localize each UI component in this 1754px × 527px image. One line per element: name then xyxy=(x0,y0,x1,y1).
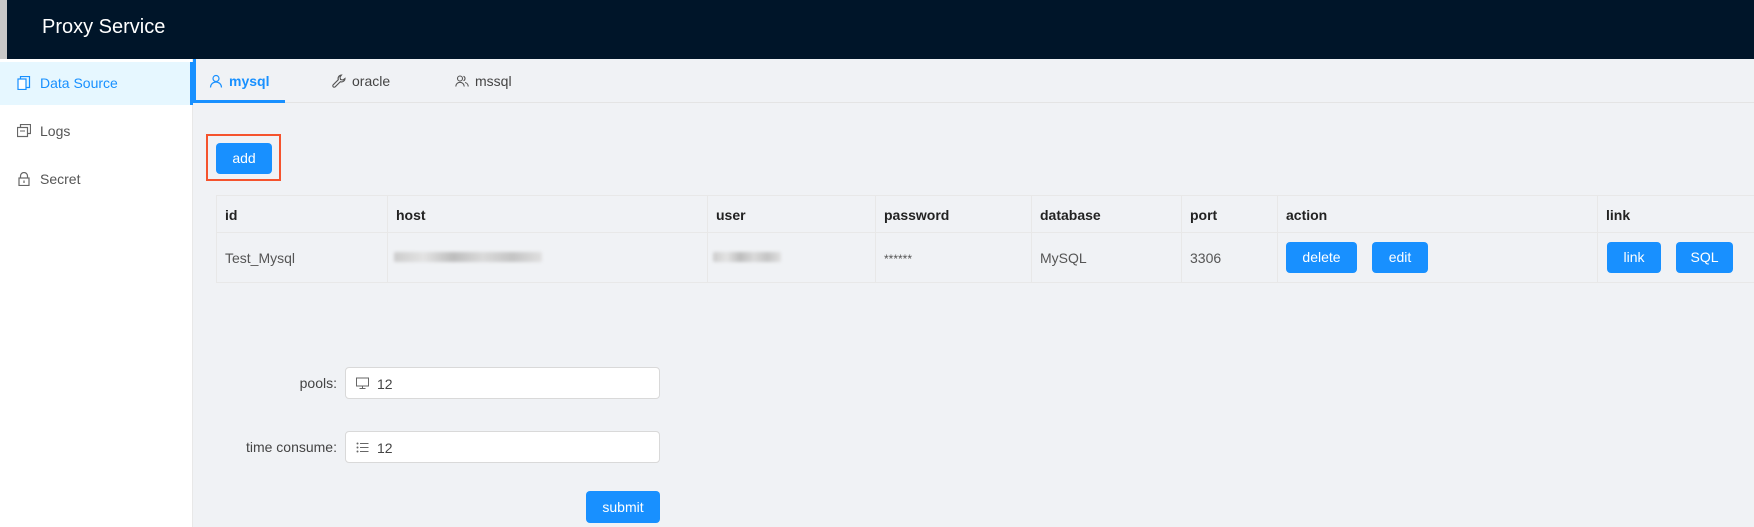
tab-label: oracle xyxy=(352,73,391,89)
sidebar-item-logs[interactable]: Logs xyxy=(0,110,193,153)
table-header-divider xyxy=(216,232,1754,233)
cell-database: MySQL xyxy=(1040,250,1087,266)
cell-password: ****** xyxy=(884,252,913,266)
tab-label: mysql xyxy=(229,73,270,89)
team-icon xyxy=(455,75,469,87)
lock-icon xyxy=(18,172,30,186)
database-tabs: mysql oracle mssql xyxy=(193,59,1754,103)
tab-mysql[interactable]: mysql xyxy=(209,59,285,103)
column-header-host: host xyxy=(396,207,426,223)
logs-icon xyxy=(17,124,31,138)
column-header-port: port xyxy=(1190,207,1218,223)
pools-label: pools: xyxy=(299,375,337,391)
column-header-id: id xyxy=(225,207,238,223)
column-header-database: database xyxy=(1040,207,1101,223)
tab-indicator-left xyxy=(193,59,196,103)
user-icon xyxy=(209,74,223,88)
copy-icon xyxy=(17,76,31,90)
cell-id: Test_Mysql xyxy=(225,250,296,266)
cell-user-redacted xyxy=(713,252,781,262)
sidebar: Data Source Logs Secret xyxy=(0,59,193,527)
sidebar-item-label: Secret xyxy=(40,171,81,187)
add-button[interactable]: add xyxy=(216,143,272,174)
col-divider xyxy=(387,195,388,283)
app-header: Proxy Service xyxy=(0,0,1754,59)
time-consume-label: time consume: xyxy=(245,439,337,455)
column-header-link: link xyxy=(1606,207,1631,223)
sql-button[interactable]: SQL xyxy=(1676,242,1733,273)
edit-button[interactable]: edit xyxy=(1372,242,1428,273)
col-divider xyxy=(875,195,876,283)
col-divider xyxy=(1277,195,1278,283)
column-header-action: action xyxy=(1286,207,1328,223)
sidebar-item-data-source[interactable]: Data Source xyxy=(0,62,193,105)
desktop-icon xyxy=(356,377,369,389)
sidebar-item-label: Logs xyxy=(40,123,71,139)
pools-value: 12 xyxy=(377,376,393,392)
app-title: Proxy Service xyxy=(42,16,166,38)
tab-oracle[interactable]: oracle xyxy=(332,59,402,103)
tab-ink-bar xyxy=(193,100,285,103)
link-button[interactable]: link xyxy=(1607,242,1661,273)
col-divider xyxy=(1597,195,1598,283)
unordered-list-icon xyxy=(356,442,369,453)
column-header-user: user xyxy=(716,207,746,223)
column-header-password: password xyxy=(884,207,950,223)
pools-input[interactable]: 12 xyxy=(345,367,660,399)
table-border-bottom xyxy=(216,282,1754,283)
col-divider xyxy=(216,195,217,283)
time-consume-value: 12 xyxy=(377,440,393,456)
table-border-top xyxy=(216,195,1754,196)
datasource-table: id host user password database port acti… xyxy=(216,195,1754,283)
tab-label: mssql xyxy=(475,73,512,89)
col-divider xyxy=(1181,195,1182,283)
tab-mssql[interactable]: mssql xyxy=(455,59,520,103)
sidebar-item-label: Data Source xyxy=(40,75,118,91)
cell-host-redacted xyxy=(394,252,542,262)
time-consume-input[interactable]: 12 xyxy=(345,431,660,463)
submit-button[interactable]: submit xyxy=(586,491,660,523)
col-divider xyxy=(707,195,708,283)
delete-button[interactable]: delete xyxy=(1286,242,1357,273)
cell-port: 3306 xyxy=(1190,250,1222,266)
wrench-icon xyxy=(332,74,346,88)
col-divider xyxy=(1031,195,1032,283)
sidebar-item-secret[interactable]: Secret xyxy=(0,158,193,201)
